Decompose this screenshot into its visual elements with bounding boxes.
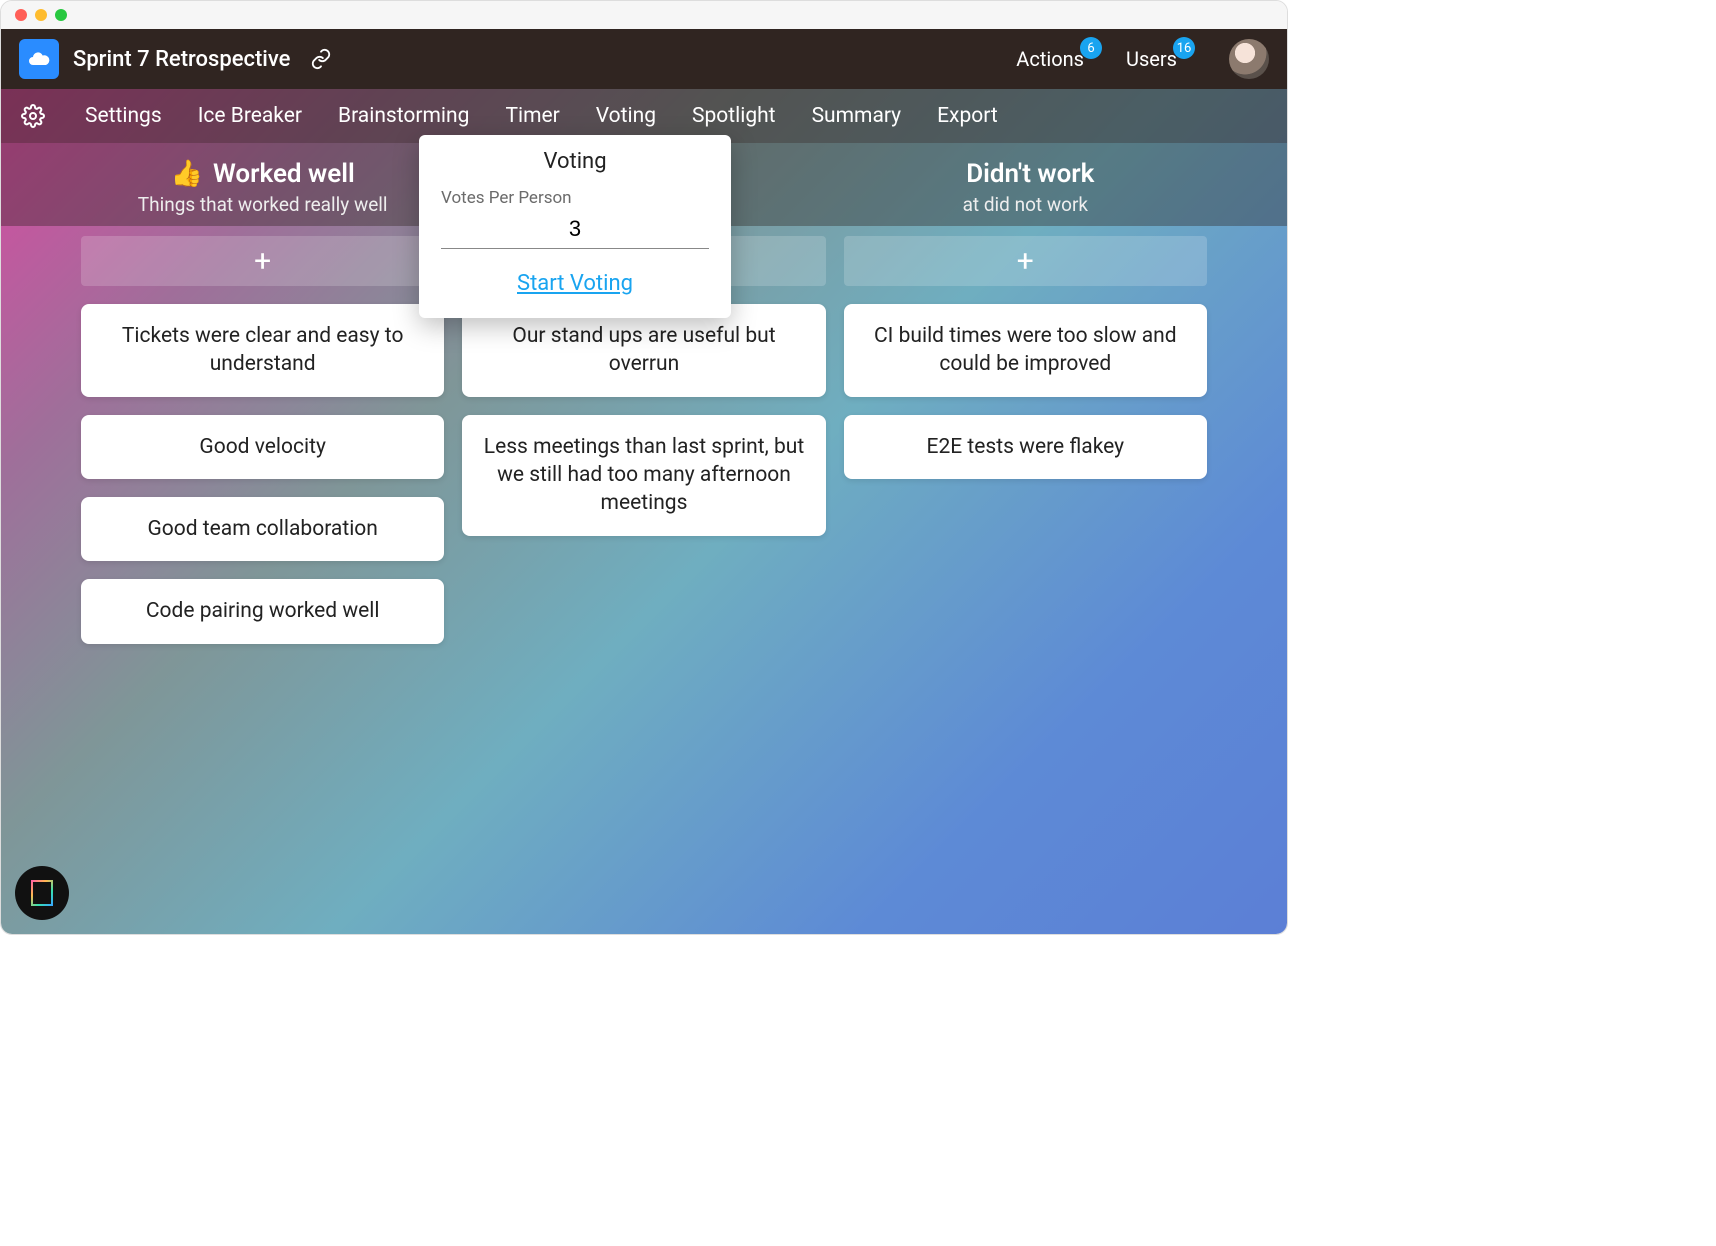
tab-export[interactable]: Export: [937, 104, 998, 128]
app-fab[interactable]: [15, 866, 69, 920]
votes-per-person-label: Votes Per Person: [441, 188, 709, 208]
column-3: + CI build times were too slow and could…: [844, 236, 1207, 644]
column-header-3: Didn't work at did not work: [844, 159, 1207, 216]
gear-icon[interactable]: [21, 104, 45, 128]
actions-count-badge: 6: [1080, 37, 1102, 59]
window-fullscreen-button[interactable]: [55, 9, 67, 21]
plus-icon: +: [1017, 244, 1034, 279]
voting-popover-title: Voting: [441, 149, 709, 174]
tab-brainstorming[interactable]: Brainstorming: [338, 104, 469, 128]
column-1: + Tickets were clear and easy to underst…: [81, 236, 444, 644]
column-emoji-1: 👍: [171, 159, 203, 189]
page-title: Sprint 7 Retrospective: [73, 47, 290, 72]
tab-summary[interactable]: Summary: [812, 104, 902, 128]
card[interactable]: CI build times were too slow and could b…: [844, 304, 1207, 397]
column-title-3: Didn't work: [966, 159, 1094, 189]
tab-settings[interactable]: Settings: [85, 104, 162, 128]
users-link[interactable]: Users 16: [1126, 47, 1177, 71]
mac-titlebar: [1, 1, 1287, 29]
tab-ice-breaker[interactable]: Ice Breaker: [198, 104, 302, 128]
users-count-badge: 16: [1173, 37, 1195, 59]
cloud-icon[interactable]: [19, 39, 59, 79]
card[interactable]: Good velocity: [81, 415, 444, 479]
plus-icon: +: [254, 244, 271, 279]
share-link-icon[interactable]: [310, 48, 332, 70]
column-header-1: 👍 Worked well Things that worked really …: [81, 159, 444, 216]
document-icon: [31, 880, 53, 906]
app-header: Sprint 7 Retrospective Actions 6 Users 1…: [1, 29, 1287, 89]
window-close-button[interactable]: [15, 9, 27, 21]
start-voting-button[interactable]: Start Voting: [517, 271, 633, 296]
card[interactable]: Tickets were clear and easy to understan…: [81, 304, 444, 397]
tab-voting[interactable]: Voting: [596, 104, 656, 128]
card[interactable]: E2E tests were flakey: [844, 415, 1207, 479]
column-subtitle-1: Things that worked really well: [81, 193, 444, 216]
avatar[interactable]: [1229, 39, 1269, 79]
card[interactable]: Code pairing worked well: [81, 579, 444, 643]
actions-link[interactable]: Actions 6: [1016, 47, 1084, 71]
card[interactable]: Less meetings than last sprint, but we s…: [462, 415, 825, 536]
add-card-button[interactable]: +: [844, 236, 1207, 286]
add-card-button[interactable]: +: [81, 236, 444, 286]
voting-popover: Voting Votes Per Person Start Voting: [419, 135, 731, 318]
column-subtitle-3: at did not work: [844, 193, 1207, 216]
users-label: Users: [1126, 47, 1177, 71]
tab-spotlight[interactable]: Spotlight: [692, 104, 776, 128]
votes-per-person-input[interactable]: [441, 212, 709, 249]
window-minimize-button[interactable]: [35, 9, 47, 21]
tab-timer[interactable]: Timer: [505, 104, 559, 128]
actions-label: Actions: [1016, 47, 1084, 71]
card[interactable]: Good team collaboration: [81, 497, 444, 561]
column-title-1: Worked well: [213, 159, 355, 189]
